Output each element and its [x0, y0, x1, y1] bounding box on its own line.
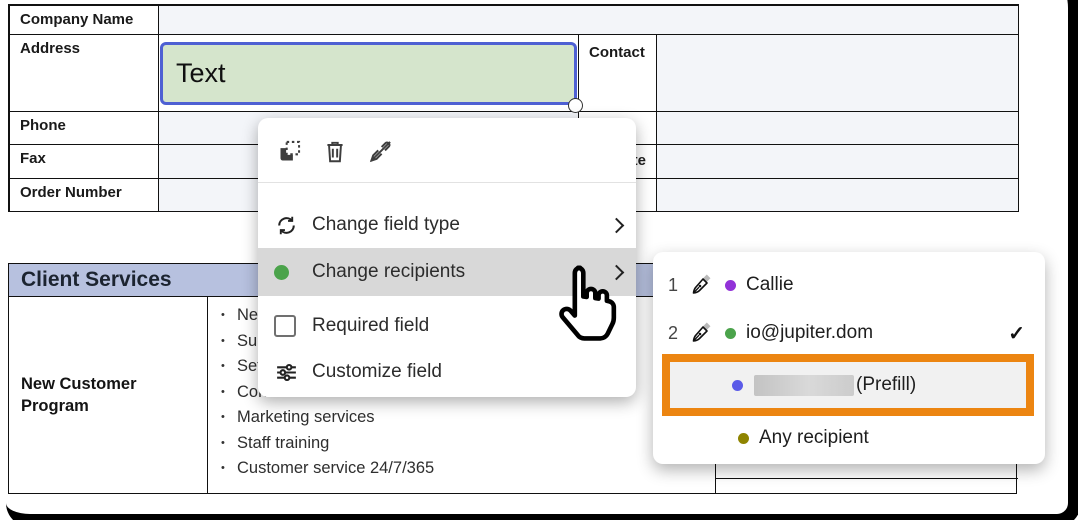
recipient-color-dot	[725, 328, 736, 339]
right-value-cell-2[interactable]	[657, 145, 1019, 179]
row-label-order-number: Order Number	[10, 179, 159, 212]
recipient-color-dot	[732, 380, 743, 391]
recipient-order-number: 2	[668, 323, 681, 344]
recipient-option-any-recipient[interactable]: Any recipient	[653, 420, 1045, 456]
table-divider	[716, 478, 1018, 479]
recipient-option-callie[interactable]: 1 Callie	[653, 264, 1045, 306]
recipient-name: Callie	[746, 274, 794, 296]
right-value-cell-3[interactable]	[657, 179, 1019, 212]
sliders-icon	[274, 360, 300, 385]
recipient-name: Any recipient	[759, 427, 869, 449]
row-label-fax: Fax	[10, 145, 159, 179]
contact-value-cell[interactable]	[657, 35, 1019, 112]
list-item: •Staff training	[221, 431, 715, 457]
bullet-icon: •	[221, 380, 237, 406]
list-item: •Customer service 24/7/365	[221, 456, 715, 482]
list-item: •Marketing services	[221, 405, 715, 431]
field-toolbar	[276, 138, 394, 165]
signer-pen-icon	[689, 321, 713, 345]
acrobat-form-editor-screenshot: Company Name Address Contact Phone Fax D…	[0, 0, 1078, 520]
field-resize-handle[interactable]	[568, 98, 583, 113]
menu-item-label: Change field type	[312, 214, 460, 236]
company-name-value-cell[interactable]	[159, 6, 1019, 35]
checkbox-icon[interactable]	[274, 315, 300, 337]
recipient-order-number: 1	[668, 275, 681, 296]
signer-pen-icon	[689, 273, 713, 297]
recipients-submenu: 1 Callie 2	[653, 252, 1045, 464]
menu-item-customize-field[interactable]: Customize field	[258, 350, 636, 394]
row-label-address: Address	[10, 35, 159, 112]
new-customer-program-cell: New Customer Program	[9, 297, 208, 493]
row-label-contact: Contact	[579, 35, 657, 112]
right-value-cell-1[interactable]	[657, 112, 1019, 145]
menu-item-label: Required field	[312, 315, 429, 337]
redacted-name-box	[754, 375, 854, 396]
hand-pointer-cursor	[550, 262, 624, 350]
delete-field-icon[interactable]	[322, 138, 348, 165]
refresh-icon	[274, 213, 300, 238]
menu-divider	[258, 182, 636, 183]
bullet-icon: •	[221, 456, 237, 482]
bullet-icon: •	[221, 431, 237, 457]
new-customer-program-label: New Customer Program	[9, 373, 207, 417]
recipient-option-io-jupiter[interactable]: 2 io@jupiter.dom ✓	[653, 312, 1045, 354]
field-context-menu: Change field type Change recipients Requ…	[258, 118, 636, 397]
resize-field-icon[interactable]	[276, 138, 303, 165]
row-label-phone: Phone	[10, 112, 159, 145]
menu-item-label: Customize field	[312, 361, 442, 383]
recipient-option-prefill[interactable]: (Prefill)	[662, 354, 1034, 416]
bullet-icon: •	[221, 354, 237, 380]
pen-slash-icon[interactable]	[367, 138, 394, 165]
selected-text-field[interactable]: Text	[160, 42, 577, 105]
recipient-color-dot	[725, 280, 736, 291]
chevron-right-icon	[609, 217, 625, 233]
selected-check-icon: ✓	[1008, 321, 1025, 346]
menu-item-label: Change recipients	[312, 261, 465, 283]
recipient-name: io@jupiter.dom	[746, 322, 873, 344]
bullet-icon: •	[221, 329, 237, 355]
recipient-name: (Prefill)	[856, 374, 916, 396]
recipient-color-dot	[738, 433, 749, 444]
bullet-icon: •	[221, 303, 237, 329]
bullet-icon: •	[221, 405, 237, 431]
recipient-color-dot	[274, 265, 300, 280]
row-label-company-name: Company Name	[10, 6, 159, 35]
menu-item-change-field-type[interactable]: Change field type	[258, 202, 636, 248]
